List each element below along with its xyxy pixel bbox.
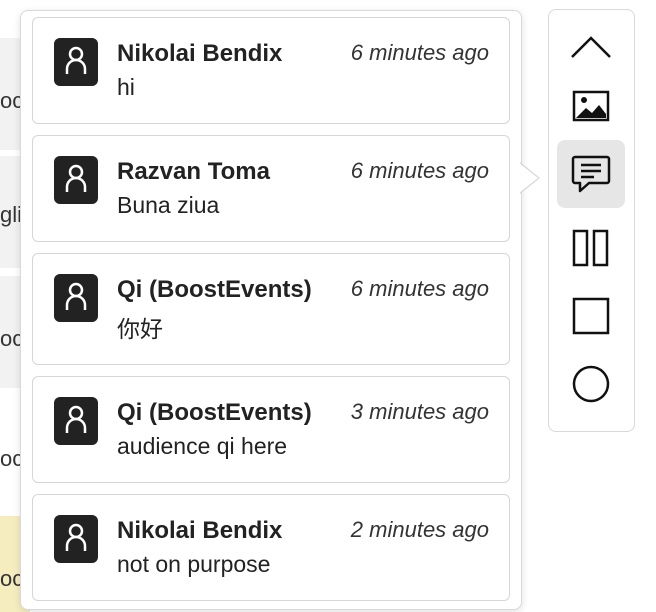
popover-caret-inner <box>519 163 538 193</box>
user-avatar-icon <box>54 156 98 204</box>
comment-item: Qi (BoostEvents) 3 minutes ago audience … <box>32 376 510 483</box>
comment-timestamp: 2 minutes ago <box>350 517 489 542</box>
comment-icon <box>571 155 611 193</box>
comments-popover: Nikolai Bendix 6 minutes ago hi Razvan T… <box>20 10 522 610</box>
comment-message: Buna ziua <box>117 192 220 218</box>
comment-timestamp: 6 minutes ago <box>350 158 489 183</box>
side-toolbar <box>548 9 635 432</box>
comment-author: Nikolai Bendix <box>117 40 283 67</box>
user-avatar-icon <box>54 38 98 86</box>
comments-button[interactable] <box>557 140 625 208</box>
image-button[interactable] <box>557 72 625 140</box>
comment-author: Qi (BoostEvents) <box>117 276 312 303</box>
comment-item: Nikolai Bendix 2 minutes ago not on purp… <box>32 494 510 601</box>
comment-message: not on purpose <box>117 551 271 577</box>
comment-message: audience qi here <box>117 433 288 459</box>
comment-timestamp: 6 minutes ago <box>350 276 489 301</box>
comment-item: Qi (BoostEvents) 6 minutes ago 你好 <box>32 253 510 365</box>
split-view-button[interactable] <box>557 214 625 282</box>
chevron-up-icon <box>571 36 611 58</box>
comment-message: hi <box>117 74 135 100</box>
square-icon <box>572 297 610 335</box>
comment-item: Nikolai Bendix 6 minutes ago hi <box>32 17 510 124</box>
comment-author: Razvan Toma <box>117 158 270 185</box>
comment-author: Nikolai Bendix <box>117 517 283 544</box>
circle-icon <box>572 365 610 403</box>
comment-author: Qi (BoostEvents) <box>117 399 312 426</box>
image-icon <box>572 90 610 122</box>
comment-message: 你好 <box>117 316 163 342</box>
circle-shape-button[interactable] <box>557 350 625 418</box>
comment-item: Razvan Toma 6 minutes ago Buna ziua <box>32 135 510 242</box>
user-avatar-icon <box>54 515 98 563</box>
user-avatar-icon <box>54 274 98 322</box>
comment-timestamp: 6 minutes ago <box>350 40 489 65</box>
columns-icon <box>572 229 609 267</box>
user-avatar-icon <box>54 397 98 445</box>
square-shape-button[interactable] <box>557 282 625 350</box>
comment-timestamp: 3 minutes ago <box>350 399 489 424</box>
